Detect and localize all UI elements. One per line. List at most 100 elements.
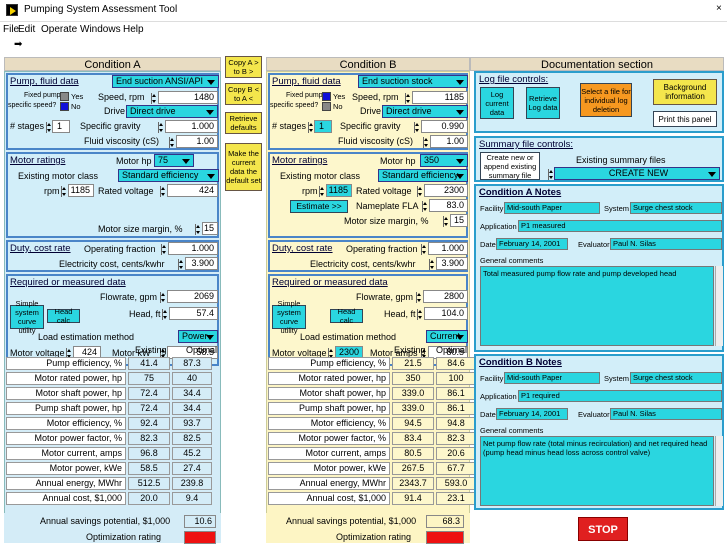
sg-input-a[interactable]: 1.000: [165, 120, 218, 133]
flow-spinner-b[interactable]: [416, 292, 421, 303]
elec-cost-input-a[interactable]: 3.900: [185, 257, 218, 270]
op-frac-input-b[interactable]: 1.000: [428, 242, 468, 255]
comments-scrollbar-b[interactable]: [715, 436, 723, 506]
speed-spinner[interactable]: [151, 93, 156, 104]
op-frac-spinner-b[interactable]: [421, 244, 426, 255]
rpm-spinner[interactable]: [61, 186, 66, 197]
menu-edit[interactable]: Edit: [18, 24, 35, 35]
head-input-b[interactable]: 104.0: [424, 307, 468, 320]
elec-spinner[interactable]: [178, 259, 183, 270]
size-margin-input-b[interactable]: 15: [450, 214, 468, 227]
stages-input-a[interactable]: 1: [52, 120, 70, 133]
summary-file-select[interactable]: CREATE NEW: [554, 167, 720, 180]
motor-class-select-a[interactable]: Standard efficiency: [118, 169, 219, 182]
flowrate-input-a[interactable]: 2069: [167, 290, 218, 303]
stages-spinner-b[interactable]: [308, 122, 313, 133]
rpm-input-a[interactable]: 1185: [68, 184, 94, 197]
rpm-input-b[interactable]: 1185: [326, 184, 352, 197]
application-field-a[interactable]: P1 measured: [518, 220, 722, 232]
evaluator-field-b[interactable]: Paul N. Silas: [610, 408, 722, 420]
rated-voltage-input-a[interactable]: 424: [167, 184, 218, 197]
motor-class-select-b[interactable]: Standard efficiency: [378, 169, 468, 182]
op-frac-input-a[interactable]: 1.000: [168, 242, 218, 255]
drive-select-b[interactable]: Direct drive: [382, 105, 468, 118]
flowrate-input-b[interactable]: 2800: [423, 290, 468, 303]
facility-field-a[interactable]: Mid-south Paper: [504, 202, 600, 214]
sg-spinner-b[interactable]: [414, 122, 419, 133]
visc-spinner[interactable]: [169, 137, 174, 148]
select-file-button[interactable]: Select a file for individual log deletio…: [580, 83, 632, 117]
rpm-spinner-b[interactable]: [319, 186, 324, 197]
load-method-select-a[interactable]: Power: [178, 330, 218, 343]
system-field-a[interactable]: Surge chest stock: [630, 202, 722, 214]
print-panel-button[interactable]: Print this panel: [653, 111, 717, 127]
copy-a-to-b-button[interactable]: Copy A > to B >: [225, 56, 262, 78]
speed-spinner-b[interactable]: [405, 93, 410, 104]
menu-help[interactable]: Help: [123, 24, 144, 35]
background-info-button[interactable]: Background information: [653, 79, 717, 105]
date-field-a[interactable]: February 14, 2001: [496, 238, 568, 250]
speed-input-a[interactable]: 1480: [158, 91, 218, 104]
comments-scrollbar-a[interactable]: [715, 266, 723, 346]
log-current-button[interactable]: Log current data: [480, 87, 514, 119]
menu-file[interactable]: File: [3, 24, 19, 35]
stages-input-b[interactable]: 1: [314, 120, 332, 133]
rated-v-spinner[interactable]: [160, 186, 165, 197]
retrieve-log-button[interactable]: Retrieve Log data: [526, 87, 560, 119]
comments-field-a[interactable]: Total measured pump flow rate and pump d…: [480, 266, 714, 346]
run-arrow-icon[interactable]: ➡: [14, 39, 22, 50]
motor-hp-select-b[interactable]: 350: [420, 154, 468, 167]
head-input-a[interactable]: 57.4: [169, 307, 218, 320]
size-margin-spinner-b[interactable]: [443, 216, 448, 227]
head-spinner[interactable]: [162, 309, 167, 320]
rated-v-spinner-b[interactable]: [417, 186, 422, 197]
pump-type-select-b[interactable]: End suction stock: [358, 75, 468, 88]
create-summary-button[interactable]: Create new or append existing summary fi…: [480, 152, 540, 180]
drive-select-a[interactable]: Direct drive: [126, 105, 218, 118]
date-field-b[interactable]: February 14, 2001: [496, 408, 568, 420]
load-method-select-b[interactable]: Current: [426, 330, 468, 343]
sg-spinner[interactable]: [158, 122, 163, 133]
pump-type-select-a[interactable]: End suction ANSI/API: [112, 75, 219, 88]
summary-spinner[interactable]: [548, 169, 553, 180]
menu-windows[interactable]: Windows: [80, 24, 121, 35]
size-margin-input-a[interactable]: 15: [202, 222, 218, 235]
facility-field-b[interactable]: Mid-south Paper: [504, 372, 600, 384]
system-field-b[interactable]: Surge chest stock: [630, 372, 722, 384]
fixed-pump-yes-checkbox[interactable]: [60, 92, 69, 101]
close-button[interactable]: ×: [716, 3, 722, 14]
visc-spinner-b[interactable]: [423, 137, 428, 148]
stop-button[interactable]: STOP: [578, 517, 628, 541]
fixed-pump-no-checkbox-b[interactable]: [322, 102, 331, 111]
comments-field-b[interactable]: Net pump flow rate (total minus recircul…: [480, 436, 714, 506]
elec-cost-input-b[interactable]: 3.900: [436, 257, 468, 270]
retrieve-defaults-button[interactable]: Retrieve defaults: [225, 112, 262, 134]
head-spinner-b[interactable]: [417, 309, 422, 320]
copy-b-to-a-button[interactable]: Copy B < to A <: [225, 83, 262, 105]
simple-system-curve-button-a[interactable]: Simple system curve utility: [10, 299, 44, 335]
op-frac-spinner[interactable]: [161, 244, 166, 255]
fla-spinner-b[interactable]: [422, 201, 427, 212]
fixed-pump-no-checkbox[interactable]: [60, 102, 69, 111]
head-calc-button-a[interactable]: Head calc: [47, 307, 80, 325]
rated-voltage-input-b[interactable]: 2300: [424, 184, 468, 197]
head-calc-button-b[interactable]: Head calc: [330, 307, 363, 325]
existing-value: 58.5: [128, 462, 170, 475]
application-field-b[interactable]: P1 required: [518, 390, 722, 402]
speed-input-b[interactable]: 1185: [412, 91, 468, 104]
menu-operate[interactable]: Operate: [41, 24, 77, 35]
simple-system-curve-button-b[interactable]: Simple system curve utility: [272, 299, 306, 335]
stages-spinner[interactable]: [46, 122, 51, 133]
estimate-button-b[interactable]: Estimate >>: [290, 200, 348, 213]
elec-spinner-b[interactable]: [429, 259, 434, 270]
fixed-pump-yes-checkbox-b[interactable]: [322, 92, 331, 101]
flow-spinner[interactable]: [160, 292, 165, 303]
size-margin-spinner[interactable]: [195, 224, 200, 235]
visc-input-b[interactable]: 1.00: [430, 135, 468, 148]
motor-hp-select-a[interactable]: 75: [154, 154, 194, 167]
make-default-button[interactable]: Make the current data the default set: [225, 143, 262, 191]
fla-input-b[interactable]: 83.0: [429, 199, 468, 212]
sg-input-b[interactable]: 0.990: [421, 120, 468, 133]
visc-input-a[interactable]: 1.00: [176, 135, 218, 148]
evaluator-field-a[interactable]: Paul N. Silas: [610, 238, 722, 250]
